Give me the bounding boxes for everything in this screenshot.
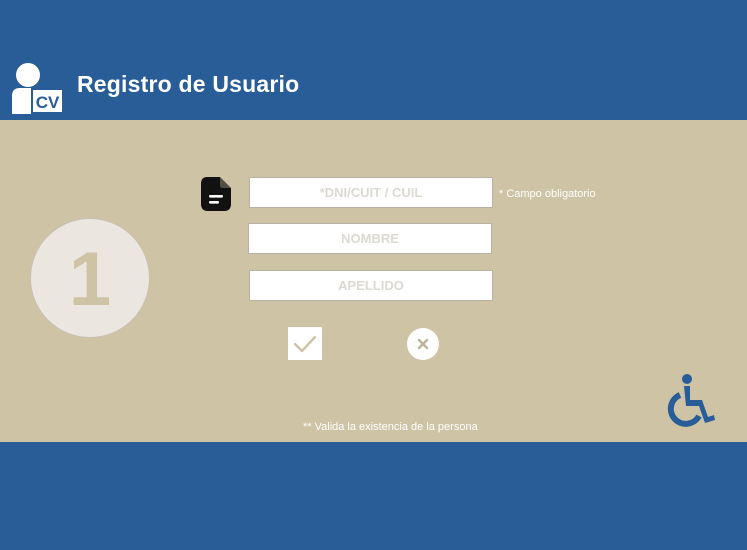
nombre-input[interactable]: [248, 223, 492, 254]
footer-bar: [0, 442, 747, 550]
step-indicator: 1: [30, 218, 150, 338]
logo-text: CV: [36, 93, 60, 112]
header-bar: CV Registro de Usuario: [0, 0, 747, 120]
check-icon: [293, 335, 317, 352]
cancel-button[interactable]: [407, 328, 439, 360]
confirm-button[interactable]: [288, 327, 322, 360]
required-field-note: * Campo obligatorio: [499, 188, 596, 200]
close-icon: [417, 338, 429, 350]
page-title: Registro de Usuario: [77, 71, 300, 97]
registration-panel: 1 * Campo obligatorio ** Valida la exist…: [0, 120, 747, 442]
user-cv-icon: CV: [12, 63, 64, 114]
step-number: 1: [68, 237, 112, 322]
dni-cuit-cuil-input[interactable]: [249, 177, 493, 208]
wheelchair-icon[interactable]: [662, 373, 718, 427]
apellido-input[interactable]: [249, 270, 493, 301]
document-icon: [201, 177, 231, 211]
validation-note: ** Valida la existencia de la persona: [303, 421, 478, 433]
